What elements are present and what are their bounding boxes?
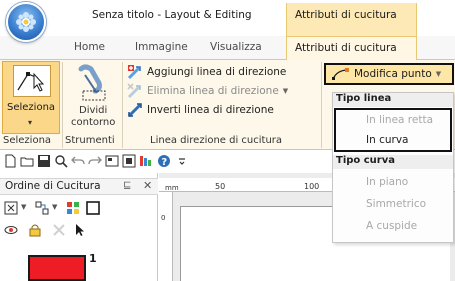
menu-item-a-cuspide[interactable]: A cuspide xyxy=(333,217,453,235)
elimina-linea-direzione-button[interactable]: Elimina linea di direzione ▼ xyxy=(127,82,288,100)
window-title: Senza titolo - Layout & Editing xyxy=(92,9,252,21)
save-icon[interactable] xyxy=(37,154,51,168)
panel-toolbar-2 xyxy=(0,220,158,240)
seleziona-label: Seleziona xyxy=(7,102,56,113)
pin-icon[interactable]: ⊑ xyxy=(123,180,131,191)
select-all-icon[interactable] xyxy=(4,201,18,215)
tab-home[interactable]: Home xyxy=(74,41,105,53)
open-folder-icon[interactable] xyxy=(20,154,34,168)
help-icon[interactable]: ? xyxy=(157,154,171,168)
select-arrow-icon xyxy=(13,65,51,97)
tab-attributi-di-cucitura[interactable]: Attributi di cucitura xyxy=(286,36,417,61)
group-separator xyxy=(122,62,123,148)
invert-direction-line-icon xyxy=(127,103,142,118)
menu-item-in-piano[interactable]: In piano xyxy=(333,173,453,191)
contorno-label: contorno xyxy=(71,117,116,128)
ruler-tick-50: 50 xyxy=(215,182,226,191)
panel-header: Ordine di Cucitura ⊑ ✕ xyxy=(0,178,158,195)
color-sort-icon[interactable] xyxy=(66,201,80,215)
color-bars-icon[interactable] xyxy=(139,154,153,168)
modifica-punto-button[interactable]: Modifica punto ▼ xyxy=(324,63,454,85)
zoom-icon[interactable] xyxy=(54,154,68,168)
undo-icon[interactable] xyxy=(71,154,85,168)
menu-item-in-curva[interactable]: In curva xyxy=(333,131,453,149)
chevron-down-icon: ▾ xyxy=(28,118,33,127)
aggiungi-linea-direzione-button[interactable]: Aggiungi linea di direzione xyxy=(127,63,286,81)
group-label-linea-direzione: Linea direzione di cucitura xyxy=(150,135,283,146)
edit-point-icon xyxy=(332,68,349,80)
pointer-icon[interactable] xyxy=(72,223,86,237)
group-separator xyxy=(321,62,322,148)
color-swatch[interactable] xyxy=(28,255,86,281)
ruler-tick-0: 0 xyxy=(161,214,166,222)
menu-header-tipo-curva: Tipo curva xyxy=(333,155,453,169)
title-bar: Senza titolo - Layout & Editing Attribut… xyxy=(0,0,455,41)
close-icon[interactable]: ✕ xyxy=(143,179,152,192)
context-tab-header-label: Attributi di cucitura xyxy=(295,9,397,21)
new-file-icon[interactable] xyxy=(3,154,17,168)
group-separator xyxy=(62,62,63,148)
redo-icon[interactable] xyxy=(88,154,102,168)
lock-icon[interactable] xyxy=(28,223,42,237)
delete-icon[interactable] xyxy=(52,223,66,237)
vertical-ruler: 0 xyxy=(159,192,173,281)
chevron-down-icon: ▼ xyxy=(282,87,289,95)
inverti-label: Inverti linea di direzione xyxy=(147,104,274,116)
hoop-icon[interactable] xyxy=(122,154,136,168)
delete-direction-line-icon xyxy=(127,83,141,99)
sewing-order-number: 1 xyxy=(89,252,97,265)
ordine-di-cucitura-panel: Ordine di Cucitura ⊑ ✕ ▼ ▼ 1 xyxy=(0,173,158,281)
sort-icon[interactable] xyxy=(35,201,49,215)
modifica-punto-menu: Tipo linea In linea retta In curva Tipo … xyxy=(332,92,454,243)
frame-view-icon[interactable] xyxy=(86,201,100,215)
ruler-unit: mm xyxy=(165,184,179,192)
menu-header-tipo-linea: Tipo linea xyxy=(333,93,453,107)
ruler-tick-100: 100 xyxy=(304,182,320,191)
dividi-contorno-button[interactable]: Dividi contorno xyxy=(65,61,121,134)
panel-title: Ordine di Cucitura xyxy=(5,180,101,192)
chevron-down-icon[interactable]: ▼ xyxy=(21,203,26,211)
tab-attributi-label: Attributi di cucitura xyxy=(295,42,397,54)
modifica-punto-label: Modifica punto xyxy=(354,68,432,80)
eye-icon[interactable] xyxy=(4,223,18,237)
tab-immagine[interactable]: Immagine xyxy=(135,41,188,53)
chevron-down-icon[interactable]: ▼ xyxy=(52,203,57,211)
add-direction-line-icon xyxy=(127,65,141,80)
aggiungi-label: Aggiungi linea di direzione xyxy=(147,66,287,78)
frame-icon[interactable] xyxy=(105,154,119,168)
group-label-seleziona: Seleziona xyxy=(3,135,52,146)
tab-visualizza[interactable]: Visualizza xyxy=(210,41,262,53)
inverti-linea-direzione-button[interactable]: Inverti linea di direzione xyxy=(127,101,274,119)
menu-item-in-linea-retta[interactable]: In linea retta xyxy=(333,111,453,129)
seleziona-button[interactable]: Seleziona ▾ xyxy=(2,61,60,134)
chevron-down-icon: ▼ xyxy=(435,70,442,78)
panel-toolbar-1: ▼ ▼ xyxy=(0,198,158,218)
elimina-label: Elimina linea di direzione xyxy=(147,85,279,97)
group-label-strumenti: Strumenti xyxy=(65,135,115,146)
menu-item-simmetrico[interactable]: Simmetrico xyxy=(333,195,453,213)
ribbon-tabs: Home Immagine Visualizza Attributi di cu… xyxy=(0,36,455,61)
app-menu-button[interactable] xyxy=(6,2,46,42)
svg-text:?: ? xyxy=(161,157,167,168)
customize-toolbar-icon[interactable] xyxy=(175,154,189,168)
app-logo-icon xyxy=(16,12,36,32)
split-outline-icon xyxy=(78,64,106,101)
dividi-label: Dividi xyxy=(79,105,108,116)
